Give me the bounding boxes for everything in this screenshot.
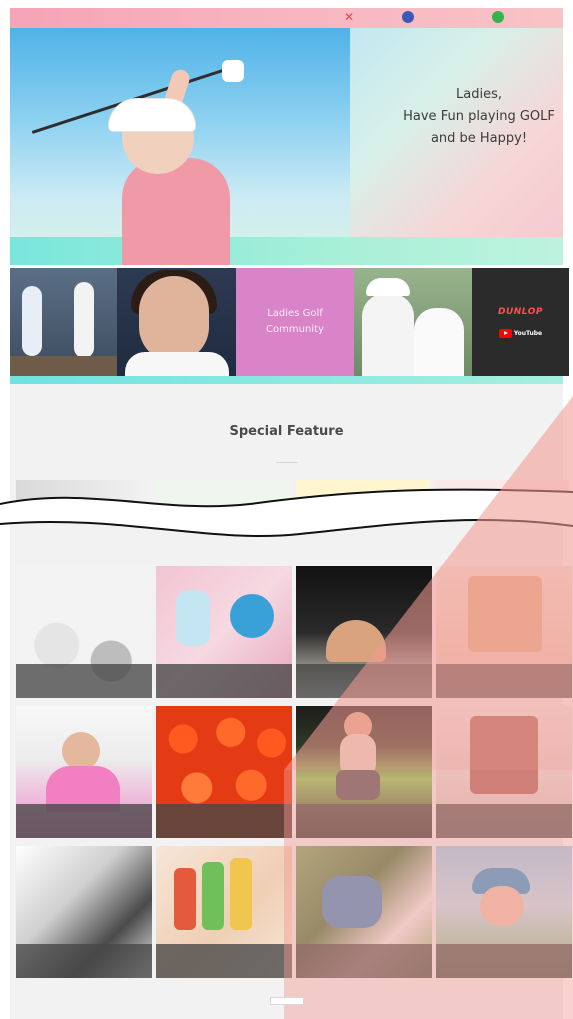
youtube-label: YouTube: [513, 329, 543, 337]
golfer-glove-shape: [222, 60, 244, 82]
poster-shape: [468, 576, 542, 652]
banner-dunlop-youtube[interactable]: DUNLOP YouTube: [472, 268, 569, 376]
face-shape: [62, 732, 100, 770]
cap-shape: [366, 278, 410, 296]
feature-card[interactable]: [16, 566, 152, 698]
card-caption: [156, 804, 292, 838]
face-shape: [480, 886, 524, 926]
face-shape: [139, 276, 209, 362]
top-bar: ✕: [10, 8, 563, 28]
feature-card[interactable]: [296, 566, 432, 698]
card-caption: [436, 804, 572, 838]
divider-strip: [10, 376, 563, 384]
wave-separator: [0, 488, 573, 538]
person-shape: [22, 286, 42, 356]
hero-title-line: Have Fun playing GOLF: [403, 109, 555, 124]
card-caption: [156, 664, 292, 698]
package-shape: [174, 868, 196, 930]
feature-card[interactable]: [156, 566, 292, 698]
card-caption: [296, 804, 432, 838]
hero-title-line: Ladies,: [456, 87, 502, 102]
package-shape: [230, 858, 252, 930]
golfer-body-shape: [122, 158, 230, 265]
card-caption: [16, 804, 152, 838]
social-x[interactable]: ✕: [344, 11, 358, 23]
club-head-shape: [176, 590, 210, 646]
more-button[interactable]: [270, 997, 304, 1005]
golfer-shape: [362, 294, 414, 376]
social-line[interactable]: [492, 11, 508, 23]
facebook-icon: [402, 11, 414, 23]
card-caption: [16, 944, 152, 978]
feature-card[interactable]: [156, 846, 292, 978]
feature-card[interactable]: [436, 706, 572, 838]
feature-card[interactable]: [436, 846, 572, 978]
card-caption: [296, 944, 432, 978]
feature-card-selected[interactable]: [296, 706, 432, 838]
x-icon: ✕: [344, 10, 355, 24]
banner-strip: Ladies Golf Community DUNLOP YouTube: [10, 268, 573, 376]
hero-title: Ladies, Have Fun playing GOLF and be Hap…: [364, 84, 563, 150]
golfer-shape: [414, 308, 464, 376]
social-facebook[interactable]: [402, 11, 418, 23]
banner-golfers[interactable]: [354, 268, 472, 376]
feature-card[interactable]: [16, 846, 152, 978]
card-caption: [436, 664, 572, 698]
hero-gradient-strip: [10, 237, 563, 265]
feature-card[interactable]: [16, 706, 152, 838]
banner-golf-lesson[interactable]: [10, 268, 117, 376]
club-head-shape: [230, 594, 274, 638]
card-caption: [16, 664, 152, 698]
skirt-shape: [336, 770, 380, 800]
special-feature-title: Special Feature: [229, 424, 344, 439]
feature-card[interactable]: [296, 846, 432, 978]
person-shape: [74, 282, 94, 358]
ladies-golf-community-label: Ladies Golf Community: [266, 308, 324, 335]
bag-shape: [322, 876, 382, 928]
feature-card[interactable]: [436, 566, 572, 698]
poster-shape: [470, 716, 538, 794]
package-shape: [202, 862, 224, 930]
dunlop-logo: DUNLOP: [498, 306, 543, 317]
shirt-shape: [125, 352, 229, 376]
banner-portrait[interactable]: [117, 268, 236, 376]
card-caption: [156, 944, 292, 978]
feature-card[interactable]: [156, 706, 292, 838]
line-icon: [492, 11, 504, 23]
youtube-play-icon: [498, 328, 512, 338]
golfer-cap-shape: [108, 98, 196, 132]
floor-shape: [10, 356, 117, 376]
hero-banner: Ladies, Have Fun playing GOLF and be Hap…: [10, 28, 563, 265]
youtube-badge: YouTube: [498, 328, 543, 338]
hero-title-line: and be Happy!: [430, 131, 528, 146]
card-caption: [296, 664, 432, 698]
feature-grid: [16, 566, 572, 978]
title-underline: [276, 462, 298, 463]
card-caption: [436, 944, 572, 978]
banner-ladies-golf-community[interactable]: Ladies Golf Community: [236, 268, 354, 376]
